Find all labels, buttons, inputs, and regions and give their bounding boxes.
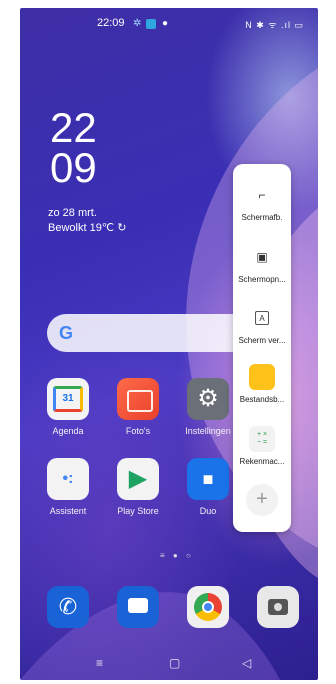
app-play-store[interactable]: ▶ Play Store — [110, 458, 166, 516]
app-fotos[interactable]: Foto's — [110, 378, 166, 436]
clock-minute: 09 — [50, 144, 97, 191]
crop-icon: ⌐ — [258, 188, 266, 202]
chrome-icon — [187, 586, 229, 628]
sidebar-item-file-manager[interactable]: Bestandsb... — [233, 364, 291, 404]
page-indicator[interactable]: ≡ ● ○ — [160, 551, 194, 560]
app-label: Duo — [199, 506, 217, 516]
app-duo[interactable]: ■ Duo — [180, 458, 236, 516]
camera-icon — [257, 586, 299, 628]
smart-sidebar: ⌐ Schermafb. ▣ Schermopn... A Scherm ver… — [233, 164, 291, 532]
status-right-icons: N ✱ ᯤ .ıl ▭ — [245, 20, 304, 30]
app-label: Agenda — [52, 426, 84, 436]
sidebar-item-label: Schermafb. — [241, 213, 283, 222]
clock-hour: 22 — [50, 104, 97, 151]
sidebar-item-screen-recording[interactable]: ▣ Schermopn... — [233, 244, 291, 284]
sidebar-item-label: Rekenmac... — [239, 457, 285, 466]
app-label: Foto's — [125, 426, 151, 436]
app-label: Assistent — [49, 506, 87, 516]
settings-gear-icon: ⚙ — [187, 378, 229, 420]
google-logo-icon: G — [59, 323, 74, 343]
dock-chrome[interactable] — [180, 586, 236, 628]
photos-icon — [117, 378, 159, 420]
weather-text: Bewolkt 19℃ ↻ — [48, 222, 127, 234]
video-camera-icon: ■ — [187, 458, 229, 500]
calculator-icon: + × − = — [249, 426, 275, 452]
dock-messages[interactable] — [110, 586, 166, 628]
screen-record-icon: ▣ — [256, 250, 268, 264]
dock-phone[interactable]: ✆ — [40, 586, 96, 628]
app-instellingen[interactable]: ⚙ Instellingen — [180, 378, 236, 436]
sidebar-item-label: Bestandsb... — [239, 395, 285, 404]
home-button[interactable]: ▢ — [169, 656, 180, 670]
messages-icon — [117, 586, 159, 628]
gear-icon: ✲ — [133, 18, 142, 29]
sidebar-item-calculator[interactable]: + × − = Rekenmac... — [233, 426, 291, 466]
play-store-icon: ▶ — [117, 458, 159, 500]
navigation-bar: ≡ ▢ ◁ — [20, 654, 318, 674]
phone-icon: ✆ — [47, 586, 89, 628]
status-bar: 22:09 ✲ ● N ✱ ᯤ .ıl ▭ — [20, 17, 318, 33]
app-agenda[interactable]: 31 Agenda — [40, 378, 96, 436]
sidebar-item-screen-translate[interactable]: A Scherm ver... — [233, 304, 291, 345]
sidebar-item-label: Scherm ver... — [238, 336, 286, 345]
app-label: Instellingen — [185, 426, 231, 436]
dock-camera[interactable] — [250, 586, 306, 628]
menu-button[interactable]: ≡ — [96, 656, 103, 670]
sidebar-item-screenshot[interactable]: ⌐ Schermafb. — [233, 182, 291, 222]
calendar-icon: 31 — [47, 378, 89, 420]
status-time: 22:09 — [97, 17, 125, 29]
location-icon: ● — [162, 18, 169, 29]
assistant-icon: •: — [47, 458, 89, 500]
folder-icon — [249, 364, 275, 390]
translate-icon: A — [255, 311, 269, 325]
date-weather-widget[interactable]: zo 28 mrt. Bewolkt 19℃ ↻ — [48, 206, 126, 236]
date-text: zo 28 mrt. — [48, 207, 97, 219]
app-assistent[interactable]: •: Assistent — [40, 458, 96, 516]
app-notification-icon — [146, 19, 156, 29]
sidebar-item-label: Schermopn... — [238, 275, 286, 284]
back-button[interactable]: ◁ — [242, 656, 251, 670]
clock-widget[interactable]: 22 09 — [50, 104, 97, 191]
app-label: Play Store — [117, 506, 159, 516]
add-shortcut-button[interactable]: + — [246, 484, 278, 516]
